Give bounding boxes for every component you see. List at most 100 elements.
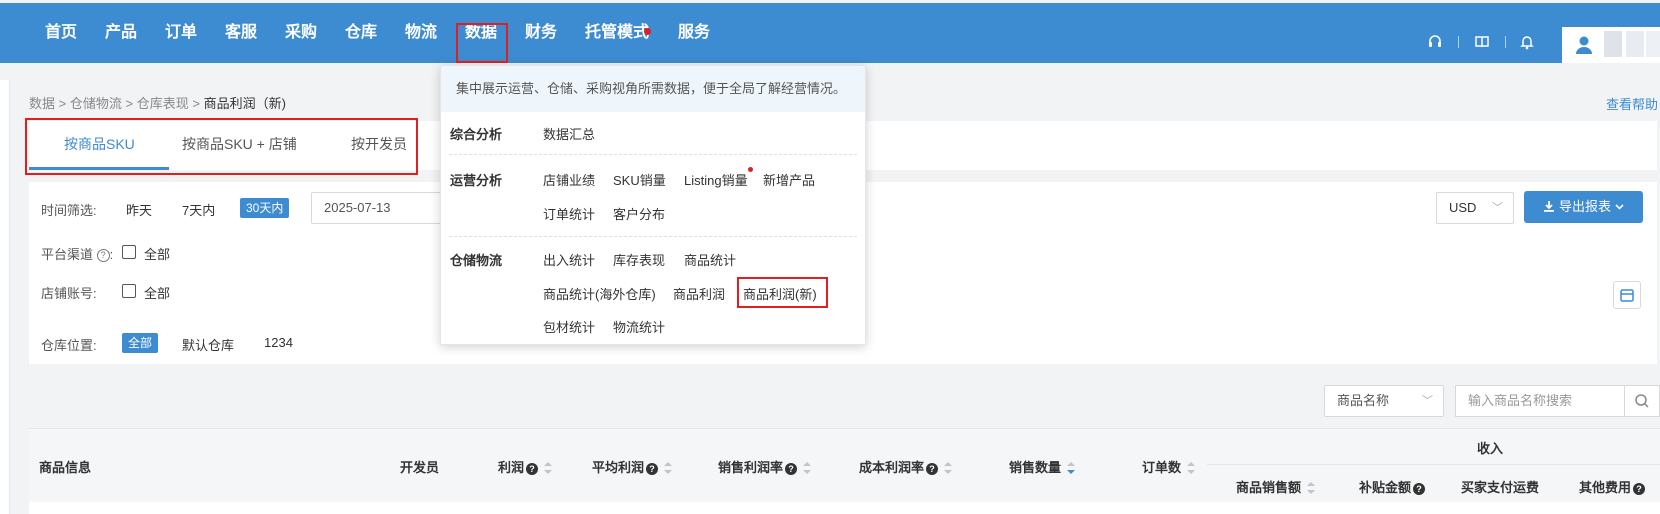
user-account-box[interactable] — [1562, 27, 1660, 63]
export-report-button[interactable]: 导出报表 — [1524, 191, 1643, 223]
sort-icon[interactable] — [1187, 462, 1196, 474]
menu-link-listing-sales[interactable]: Listing销量 — [684, 170, 748, 189]
warehouse-filter-label: 仓库位置: — [41, 338, 97, 353]
help-link[interactable]: 查看帮助 — [1606, 94, 1658, 113]
chevron-down-icon — [1615, 204, 1624, 210]
question-icon[interactable]: ? — [785, 463, 798, 475]
sort-icon[interactable] — [664, 462, 673, 474]
column-profit[interactable]: 利润? — [498, 457, 553, 476]
warehouse-option-all[interactable]: 全部 — [122, 333, 159, 353]
top-separator — [1458, 36, 1459, 48]
sort-icon[interactable] — [544, 462, 553, 474]
platform-all-label: 全部 — [144, 247, 171, 262]
breadcrumb: 数据 > 仓储物流 > 仓库表现 > 商品利润（新) — [29, 93, 286, 112]
question-icon[interactable]: ? — [526, 463, 539, 475]
bell-icon[interactable] — [1519, 34, 1535, 50]
sort-icon[interactable] — [944, 462, 953, 474]
column-sales-margin[interactable]: 销售利润率? — [718, 457, 812, 476]
menu-link-data-summary[interactable]: 数据汇总 — [543, 124, 595, 143]
download-icon — [1544, 201, 1555, 212]
warehouse-option-default[interactable]: 默认仓库 — [182, 335, 234, 354]
breadcrumb-separator: > — [192, 96, 200, 111]
sort-icon[interactable] — [1307, 482, 1316, 494]
column-other-fees: 其他费用? — [1579, 477, 1646, 496]
search-input[interactable]: 输入商品名称搜索 — [1455, 385, 1625, 417]
menu-category-overview: 综合分析 — [450, 127, 503, 142]
menu-category-warehouse-logistics: 仓储物流 — [450, 253, 503, 268]
nav-item-logistics[interactable]: 物流 — [405, 3, 437, 63]
menu-link-packaging-stats[interactable]: 包材统计 — [543, 317, 595, 336]
nav-data-highlight-box — [456, 23, 508, 63]
time-option-yesterday[interactable]: 昨天 — [126, 200, 152, 219]
left-sidebar-strip — [0, 80, 10, 514]
question-icon[interactable]: ? — [1633, 483, 1646, 495]
search-button[interactable] — [1624, 385, 1660, 417]
data-menu-description: 集中展示运营、仓储、采购视角所需数据，便于全局了解经营情况。 — [441, 66, 865, 112]
menu-link-logistics-stats[interactable]: 物流统计 — [613, 317, 665, 336]
nav-item-purchase[interactable]: 采购 — [285, 3, 317, 63]
question-icon[interactable]: ? — [926, 463, 939, 475]
store-all-checkbox[interactable] — [122, 284, 136, 298]
income-group-divider — [1207, 464, 1660, 465]
question-icon[interactable]: ? — [646, 463, 659, 475]
sort-desc-active-icon[interactable] — [1067, 462, 1076, 474]
nav-item-customer-service[interactable]: 客服 — [225, 3, 257, 63]
platform-all-checkbox[interactable] — [122, 245, 136, 259]
menu-link-sku-sales[interactable]: SKU销量 — [613, 170, 666, 189]
table-body — [29, 502, 1660, 514]
breadcrumb-separator: > — [58, 96, 67, 111]
menu-link-inout-stats[interactable]: 出入统计 — [543, 250, 595, 269]
column-product-info: 商品信息 — [39, 460, 92, 475]
data-menu-dropdown: 集中展示运营、仓储、采购视角所需数据，便于全局了解经营情况。 综合分析 数据汇总… — [440, 65, 866, 345]
column-order-count[interactable]: 订单数 — [1142, 457, 1196, 476]
sort-icon[interactable] — [803, 462, 812, 474]
nav-item-finance[interactable]: 财务 — [525, 3, 557, 63]
time-filter-label: 时间筛选: — [41, 203, 97, 218]
tabs-highlight-box — [25, 118, 418, 175]
menu-link-product-stats[interactable]: 商品统计 — [684, 250, 736, 269]
user-icon — [1576, 36, 1592, 54]
breadcrumb-item[interactable]: 数据 — [29, 96, 55, 111]
nav-item-hosting-mode[interactable]: 托管模式 — [585, 3, 649, 63]
column-cost-margin[interactable]: 成本利润率? — [859, 457, 953, 476]
chevron-down-icon: ﹀ — [1422, 395, 1433, 407]
warehouse-option-1234[interactable]: 1234 — [264, 335, 293, 350]
breadcrumb-item[interactable]: 仓库表现 — [137, 96, 189, 111]
nav-item-warehouse[interactable]: 仓库 — [345, 3, 377, 63]
column-sales-qty[interactable]: 销售数量 — [1009, 457, 1076, 476]
menu-link-product-profit[interactable]: 商品利润 — [673, 284, 725, 303]
menu-link-order-stats[interactable]: 订单统计 — [543, 204, 595, 223]
headset-icon[interactable] — [1427, 34, 1443, 50]
menu-link-product-stats-overseas[interactable]: 商品统计(海外仓库) — [543, 284, 656, 303]
store-filter-label: 店铺账号: — [41, 286, 97, 301]
question-icon[interactable]: ? — [1413, 483, 1426, 495]
nav-item-order[interactable]: 订单 — [165, 3, 197, 63]
column-avg-profit[interactable]: 平均利润? — [592, 457, 673, 476]
store-icon-button[interactable] — [1613, 281, 1641, 309]
currency-value: USD — [1449, 200, 1477, 215]
menu-link-customer-distribution[interactable]: 客户分布 — [613, 204, 665, 223]
book-icon[interactable] — [1474, 34, 1490, 50]
menu-link-new-products[interactable]: 新增产品 — [763, 170, 815, 189]
search-icon — [1635, 394, 1649, 408]
time-option-30days[interactable]: 30天内 — [240, 198, 290, 218]
column-product-sales[interactable]: 商品销售额 — [1236, 477, 1316, 496]
nav-item-product[interactable]: 产品 — [105, 3, 137, 63]
search-field-select[interactable]: 商品名称 ﹀ — [1324, 385, 1444, 417]
menu-divider — [449, 154, 857, 155]
search-field-value: 商品名称 — [1337, 393, 1390, 408]
menu-link-store-performance[interactable]: 店铺业绩 — [543, 170, 595, 189]
breadcrumb-item[interactable]: 仓储物流 — [70, 96, 122, 111]
store-all-label: 全部 — [144, 286, 171, 301]
start-date-input[interactable]: 2025-07-13 — [311, 192, 441, 224]
help-circle-icon[interactable]: ? — [96, 249, 110, 262]
nav-item-service[interactable]: 服务 — [678, 3, 710, 63]
time-option-7days[interactable]: 7天内 — [182, 200, 215, 219]
menu-link-inventory-performance[interactable]: 库存表现 — [613, 250, 665, 269]
chevron-down-icon: ﹀ — [1492, 202, 1503, 214]
username-redacted — [1626, 31, 1644, 57]
nav-item-home[interactable]: 首页 — [45, 3, 77, 63]
currency-select[interactable]: USD ﹀ — [1436, 192, 1514, 224]
username-redacted — [1604, 31, 1622, 57]
column-buyer-shipping: 买家支付运费 — [1461, 480, 1540, 495]
